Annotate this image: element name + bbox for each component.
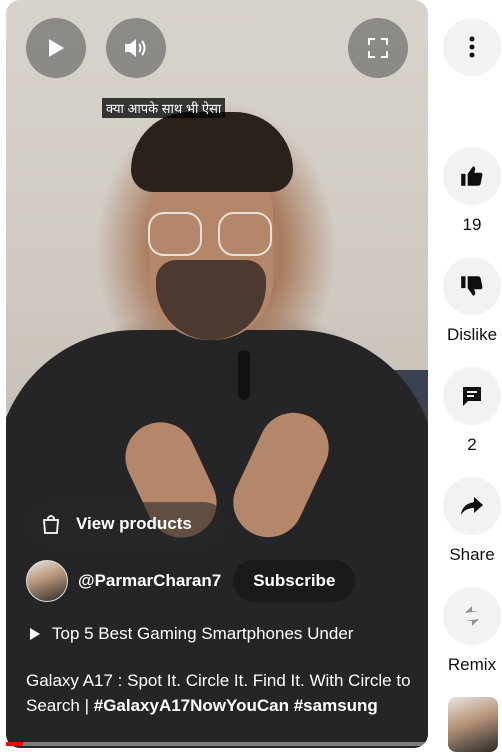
video-caption-overlay: क्या आपके साथ भी ऐसा [102,98,226,118]
video-person-hair [131,112,293,192]
volume-button[interactable] [106,18,166,78]
play-button[interactable] [26,18,86,78]
fullscreen-button[interactable] [348,18,408,78]
video-progress-bar[interactable] [6,742,428,746]
video-glasses-right [218,212,272,256]
channel-avatar[interactable] [26,560,68,602]
video-description[interactable]: Galaxy A17 : Spot It. Circle It. Find It… [26,668,426,718]
thumbs-up-icon [461,166,483,186]
lapel-mic [238,350,250,400]
shorts-video-player[interactable]: क्या आपके साथ भी ऐसा View products @Parm… [6,0,428,748]
share-label: Share [449,545,495,564]
comment-count: 2 [467,435,477,454]
channel-row: @ParmarCharan7 Subscribe [26,560,356,602]
comments-button[interactable] [443,367,501,425]
description-hashtags[interactable]: #GalaxyA17NowYouCan #samsung [94,696,378,715]
playlist-title: Top 5 Best Gaming Smartphones Under [52,624,354,643]
thumbs-down-icon [461,276,483,296]
comment-icon [463,387,481,406]
more-vert-icon [469,36,475,58]
remix-icon [465,606,479,626]
dislike-label: Dislike [446,325,498,344]
share-arrow-icon [461,497,483,515]
dislike-button[interactable] [443,257,501,315]
playlist-link[interactable]: Top 5 Best Gaming Smartphones Under [30,624,353,644]
fullscreen-icon [368,38,388,58]
more-options-button[interactable] [443,18,501,76]
view-products-label: View products [76,514,192,533]
share-button[interactable] [443,477,501,535]
subscribe-button[interactable]: Subscribe [233,560,356,602]
remix-button[interactable] [443,587,501,645]
view-products-button[interactable]: View products [26,502,226,546]
shopping-bag-icon [43,515,59,534]
sound-thumbnail[interactable] [448,697,498,752]
playlist-play-icon [30,628,40,640]
video-glasses-left [148,212,202,256]
like-count: 19 [462,215,482,234]
like-button[interactable] [443,147,501,205]
volume-icon [125,39,146,57]
shorts-action-rail: 19 Dislike 2 Share Remix [440,0,502,756]
play-icon [49,39,64,57]
video-progress-fill [6,742,23,746]
channel-handle[interactable]: @ParmarCharan7 [78,571,221,591]
remix-label: Remix [447,655,497,674]
